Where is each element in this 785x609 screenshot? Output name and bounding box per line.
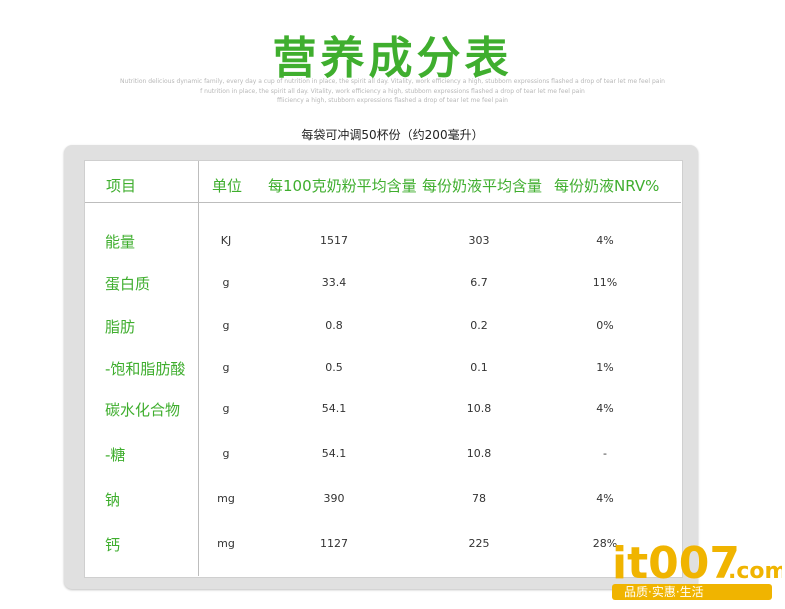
row-label: 碳水化合物 <box>105 401 181 419</box>
cell-per-serving: 303 <box>468 234 490 247</box>
cell-nrv: 0% <box>596 319 614 332</box>
cell-per-serving: 225 <box>468 537 490 550</box>
cell-per100g: 0.5 <box>325 361 343 374</box>
it007-logo: it007 .com 品质·实惠·生活 <box>612 538 782 600</box>
cell-unit: g <box>222 447 230 460</box>
column-header-per100g: 每100克奶粉平均含量 <box>268 177 417 195</box>
column-header-nrv: 每份奶液NRV% <box>554 177 660 195</box>
page-title: 营养成分表 <box>272 33 513 84</box>
column-header-item: 项目 <box>106 177 137 195</box>
cell-per100g: 0.8 <box>325 319 343 332</box>
cell-unit: KJ <box>220 234 232 247</box>
column-header-per-serving: 每份奶液平均含量 <box>422 177 543 195</box>
cell-per-serving: 78 <box>472 492 486 505</box>
cell-nrv: 11% <box>592 276 618 289</box>
subtitle-line-2: f nutrition in place, the spirit all day… <box>200 88 585 95</box>
cell-nrv: 4% <box>596 402 614 415</box>
subtitle-line-1: Nutrition delicious dynamic family, ever… <box>120 78 665 85</box>
row-label: 钙 <box>105 536 121 554</box>
cell-nrv: - <box>603 447 607 460</box>
svg-text:it007: it007 <box>612 538 740 589</box>
cell-per-serving: 10.8 <box>466 402 492 415</box>
cell-per-serving: 6.7 <box>470 276 488 289</box>
row-label: 钠 <box>105 491 121 509</box>
row-label: 脂肪 <box>105 318 136 336</box>
cell-per-serving: 10.8 <box>466 447 492 460</box>
row-label: -糖 <box>105 446 126 464</box>
row-label: 能量 <box>105 233 136 251</box>
row-label: 蛋白质 <box>105 275 151 293</box>
cell-unit: g <box>222 276 230 289</box>
subtitle-line-3: ffiiciency a high, stubborn expressions … <box>277 97 508 104</box>
cell-per100g: 1127 <box>320 537 348 550</box>
header-divider <box>85 202 681 203</box>
svg-text:.com: .com <box>728 559 782 584</box>
cell-unit: mg <box>217 537 235 550</box>
column-divider <box>198 161 199 576</box>
cell-per100g: 390 <box>323 492 345 505</box>
cell-per-serving: 0.2 <box>470 319 488 332</box>
cell-per-serving: 0.1 <box>470 361 488 374</box>
cell-unit: mg <box>217 492 235 505</box>
cell-nrv: 4% <box>596 234 614 247</box>
column-header-unit: 单位 <box>212 177 243 195</box>
svg-text:品质·实惠·生活: 品质·实惠·生活 <box>624 584 704 599</box>
cell-unit: g <box>222 361 230 374</box>
cell-unit: g <box>222 319 230 332</box>
serving-note: 每袋可冲调50杯份（约200毫升） <box>301 128 484 142</box>
cell-per100g: 54.1 <box>321 447 347 460</box>
row-label: -饱和脂肪酸 <box>105 360 186 378</box>
cell-unit: g <box>222 402 230 415</box>
cell-per100g: 1517 <box>320 234 348 247</box>
cell-nrv: 1% <box>596 361 614 374</box>
cell-per100g: 54.1 <box>321 402 347 415</box>
cell-nrv: 4% <box>596 492 614 505</box>
cell-per100g: 33.4 <box>321 276 347 289</box>
